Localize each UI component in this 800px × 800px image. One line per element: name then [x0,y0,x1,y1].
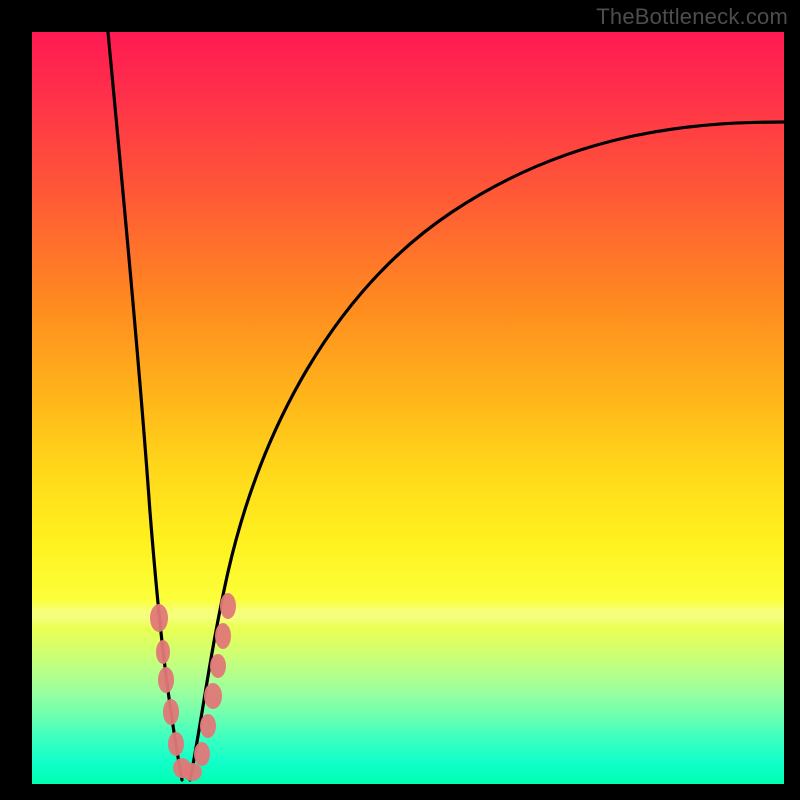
watermark-text: TheBottleneck.com [596,4,788,30]
bead [194,742,210,766]
bead [158,667,174,693]
chart-svg [32,32,784,784]
left-curve [108,32,182,780]
bead [182,763,202,781]
bead-cluster [150,593,236,781]
bead [204,683,222,709]
right-curve [190,122,784,780]
plot-area [32,32,784,784]
bead [168,732,184,756]
bead [200,714,216,738]
bead [163,699,179,725]
bead [156,640,170,664]
bead [150,604,168,632]
bead [220,593,236,619]
bead [215,623,231,649]
bead [210,654,226,678]
